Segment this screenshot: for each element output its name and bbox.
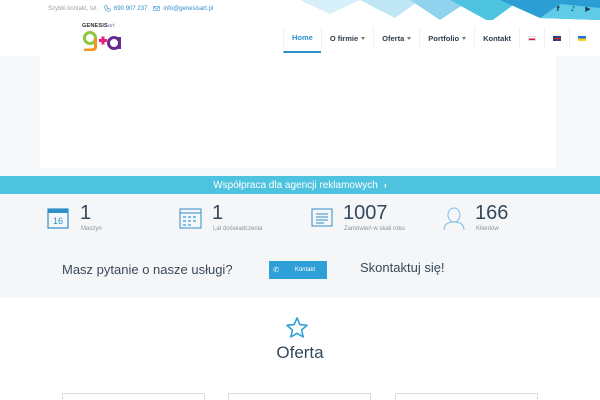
contact-prefix: Szybki kontakt, tel. (48, 5, 99, 12)
top-bar: Szybki kontakt, tel. 690 907 237 info@ge… (0, 0, 600, 20)
calendar-grid-icon (179, 208, 202, 229)
caret-down-icon (407, 36, 412, 40)
site-logo[interactable]: GENESISart (82, 23, 122, 53)
phone-icon: ✆ (273, 267, 279, 274)
offer-card[interactable] (62, 393, 205, 400)
email-address: info@genesisart.pl (163, 5, 214, 12)
hero-banner (40, 56, 556, 168)
phone-number: 690 907 237 (114, 5, 148, 12)
stat-value: 1 (80, 202, 92, 224)
phone-link[interactable]: 690 907 237 (104, 5, 147, 12)
oferta-heading: Oferta (276, 343, 324, 362)
contact-button[interactable]: ✆ Kontakt (269, 261, 327, 279)
cta-question: Masz pytanie o nasze usługi? (62, 262, 233, 277)
offer-cards (0, 393, 600, 400)
stats-section: 16 1 Maszyn 1 Lat doświadczenia 1007 Zam… (0, 194, 600, 298)
stat-value: 1 (212, 202, 224, 224)
stat-label: Zamówień w skali roku (344, 226, 405, 232)
social-links: f ♪ ▶ (554, 4, 592, 13)
stat-label: Lat doświadczenia (213, 226, 263, 232)
lang-en[interactable] (544, 27, 569, 49)
nav-item-kontakt[interactable]: Kontakt (474, 27, 519, 49)
flag-gb-icon (553, 35, 561, 41)
nav-item-oferta[interactable]: Oferta (373, 27, 419, 49)
contact-button-label: Kontakt (294, 267, 316, 273)
caret-down-icon (462, 36, 467, 40)
topbar-contact: Szybki kontakt, tel. 690 907 237 info@ge… (48, 5, 213, 12)
calendar-day: 16 (53, 216, 63, 226)
main-nav: Home O firmie Oferta Portfolio Kontakt (282, 27, 594, 57)
email-link[interactable]: info@genesisart.pl (153, 5, 213, 12)
hero-area (0, 56, 600, 176)
agency-strip-text: Współpraca dla agencji reklamowych (213, 179, 378, 191)
stat-label: Klientów (476, 226, 499, 232)
nav-item-o-firmie[interactable]: O firmie (320, 27, 373, 49)
user-icon (443, 207, 465, 230)
caret-down-icon (361, 36, 366, 40)
envelope-icon (153, 6, 160, 11)
lang-pl[interactable] (519, 27, 544, 49)
offer-card[interactable] (228, 393, 371, 400)
offer-card[interactable] (395, 393, 538, 400)
document-list-icon (311, 208, 333, 227)
agency-strip[interactable]: Współpraca dla agencji reklamowych › (0, 176, 600, 194)
logo-wordmark: GENESISart (82, 23, 115, 29)
flag-ua-icon (578, 35, 586, 41)
lang-ua[interactable] (569, 27, 594, 49)
flag-pl-icon (528, 35, 536, 41)
youtube-icon[interactable]: ▶ (584, 4, 592, 13)
tiktok-icon[interactable]: ♪ (569, 4, 577, 13)
calendar-16-icon: 16 (47, 208, 69, 229)
facebook-icon[interactable]: f (554, 4, 562, 13)
nav-item-portfolio[interactable]: Portfolio (419, 27, 474, 49)
site-header: GENESISart Home O firmie Oferta Portfoli… (0, 20, 600, 56)
nav-item-home[interactable]: Home (282, 27, 321, 53)
chevron-right-icon: › (383, 180, 387, 190)
cta-contact-text: Skontaktuj się! (360, 260, 445, 275)
stat-value: 166 (475, 202, 509, 224)
stat-label: Maszyn (81, 226, 102, 232)
star-icon (286, 317, 308, 338)
logo-ga-mark (83, 31, 121, 51)
stat-value: 1007 (343, 202, 388, 224)
phone-icon (104, 5, 111, 12)
